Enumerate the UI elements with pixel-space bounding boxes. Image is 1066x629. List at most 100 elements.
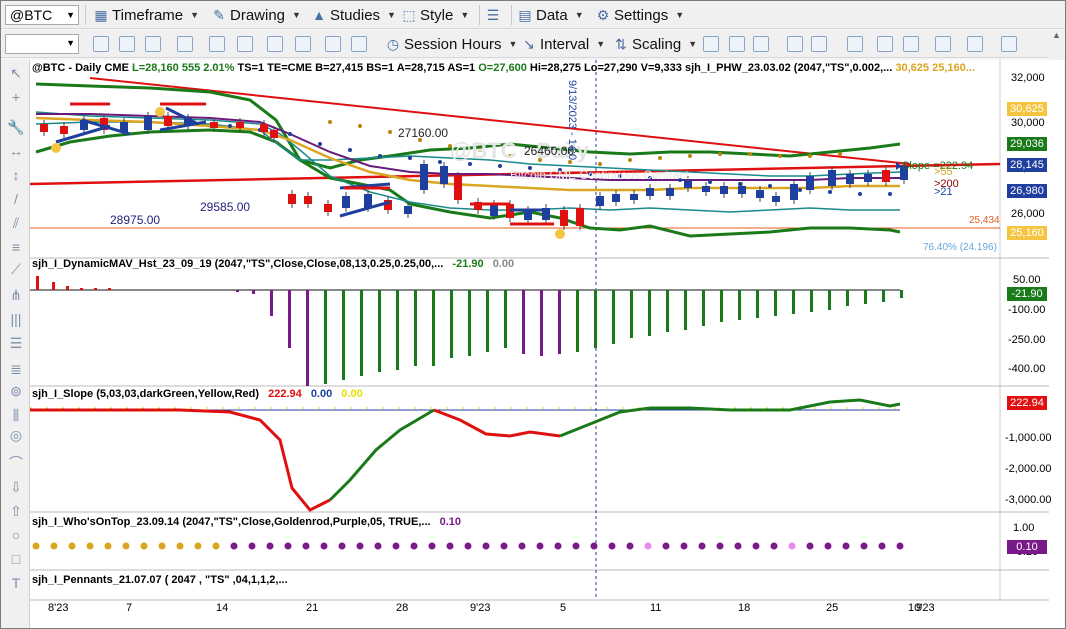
wrench-icon[interactable]: 🔧 <box>7 118 25 136</box>
vline-icon[interactable]: ↕ <box>7 166 25 184</box>
whos-on-top-dot <box>500 542 508 550</box>
magnify-icon[interactable] <box>177 36 193 52</box>
gann-icon[interactable]: ⟋ <box>7 260 25 278</box>
bar-chart-icon[interactable] <box>703 36 719 52</box>
grid-icon[interactable] <box>145 36 161 52</box>
scaling-menu[interactable]: ⇅ Scaling ▼ <box>613 34 697 54</box>
chart-swap-icon[interactable] <box>295 36 311 52</box>
symbol-title: @BTC - Daily CME <box>32 62 129 74</box>
histogram-bar <box>882 290 885 302</box>
histogram-bar <box>576 290 579 352</box>
channel-icon[interactable]: ⫽ <box>7 214 25 232</box>
fib-icon[interactable]: ≡ <box>7 238 25 256</box>
histogram-bar <box>864 290 867 304</box>
candle-body <box>790 184 798 200</box>
fib-ext-icon[interactable]: ☰ <box>7 334 25 352</box>
style-label: Style <box>420 6 454 24</box>
timeframe-menu[interactable]: ▦ Timeframe ▼ <box>93 5 199 25</box>
format-icon[interactable] <box>351 36 367 52</box>
zoom-in-icon[interactable] <box>877 36 893 52</box>
candle-body <box>210 122 218 128</box>
drawing-tools-sidebar: ↖ + 🔧 ↔ ↕ / ⫽ ≡ ⟋ ⋔ ||| ☰ ≣ ⊚ ⫼ ◎ ⌒ ⇩ ⇧ … <box>1 60 30 628</box>
settings-menu[interactable]: ⚙ Settings ▼ <box>595 5 684 25</box>
percent-icon[interactable] <box>237 36 253 52</box>
arrow-down-icon[interactable]: ⇩ <box>7 478 25 496</box>
trend-icon[interactable] <box>967 36 983 52</box>
bars-icon[interactable]: ||| <box>7 310 25 328</box>
link-icon[interactable] <box>93 36 109 52</box>
trendline-icon[interactable]: / <box>7 190 25 208</box>
histogram-bar <box>738 290 741 320</box>
rectangle-icon[interactable]: □ <box>7 550 25 568</box>
studies-menu[interactable]: ▲ Studies ▼ <box>311 5 396 25</box>
whos-on-top-dot <box>86 542 94 550</box>
interval-menu[interactable]: ↘ Interval ▼ <box>521 34 605 54</box>
whos-on-top-dot <box>752 542 760 550</box>
histogram-bar <box>522 290 525 354</box>
globe-icon[interactable] <box>1001 36 1017 52</box>
interval-combo[interactable]: ▼ <box>5 34 79 54</box>
candle-body <box>144 116 152 130</box>
toolbar-divider <box>85 5 86 25</box>
date-tick: 14 <box>216 602 229 614</box>
scaling-icon: ⇅ <box>615 36 627 52</box>
link2-icon[interactable] <box>119 36 135 52</box>
scroll-up-icon[interactable]: ▲ <box>1049 30 1064 44</box>
speed-icon[interactable]: ⊚ <box>7 382 25 400</box>
whos-on-top-dot <box>50 542 58 550</box>
levels-icon[interactable]: ≣ <box>7 360 25 378</box>
candle4-icon[interactable] <box>811 36 827 52</box>
text-tool-icon[interactable]: T <box>7 574 25 592</box>
zoom-out-icon[interactable] <box>903 36 919 52</box>
annotation-level-4: 28975.00 <box>110 213 161 227</box>
session-hours-menu[interactable]: ◷ Session Hours ▼ <box>385 34 518 54</box>
style-menu[interactable]: ⬚ Style ▼ <box>401 5 469 25</box>
settings-small-icon[interactable] <box>325 36 341 52</box>
histogram-bar <box>756 290 759 318</box>
pitchfork-icon[interactable]: ⋔ <box>7 286 25 304</box>
layout2-icon[interactable] <box>847 36 863 52</box>
hline-icon[interactable]: ↔ <box>7 142 25 160</box>
drawing-menu[interactable]: ✎ Drawing ▼ <box>211 5 301 25</box>
price-tick-4: 26,000 <box>1011 208 1045 220</box>
layout-button[interactable]: ☰ <box>485 5 501 25</box>
pointer-icon[interactable]: ↖ <box>7 64 25 82</box>
net-change: 555 <box>181 62 201 74</box>
candle3-icon[interactable] <box>787 36 803 52</box>
whos-on-top-dot <box>590 542 598 550</box>
blue-dot <box>828 190 832 194</box>
studies-icon: ▲ <box>312 7 326 23</box>
data-menu[interactable]: ▤ Data ▼ <box>517 5 584 25</box>
candle-body <box>612 194 620 202</box>
slope-tick-2: -2,000.00 <box>1005 463 1052 475</box>
ma55-label: >55 <box>934 166 953 178</box>
curve-icon[interactable]: ⌒ <box>7 454 25 472</box>
histogram-bar <box>108 288 111 290</box>
whos-on-top-dot <box>536 542 544 550</box>
session-hours-label: Session Hours <box>404 35 502 53</box>
zone-icon[interactable]: ⫼ <box>7 406 25 424</box>
candle2-icon[interactable] <box>753 36 769 52</box>
crosshair-icon[interactable]: + <box>7 88 25 106</box>
ellipse-icon[interactable]: ○ <box>7 526 25 544</box>
drawing-label: Drawing <box>230 6 286 24</box>
table-icon[interactable] <box>935 36 951 52</box>
crosshair-icon[interactable] <box>209 36 225 52</box>
blue-dot <box>768 184 772 188</box>
chart-area[interactable]: @BTC - Daily CME L=28,160 555 2.01% TS=1… <box>30 60 1064 628</box>
arrow-up-icon[interactable]: ⇧ <box>7 502 25 520</box>
candle-body <box>576 208 584 226</box>
symbol-input[interactable]: @BTC ▼ <box>5 5 79 25</box>
candle-icon[interactable] <box>729 36 745 52</box>
slope-line-green <box>559 398 901 438</box>
blue-dot <box>498 164 502 168</box>
whos-on-top-dot <box>392 542 400 550</box>
line-chart-icon[interactable] <box>267 36 283 52</box>
date-tick: 5 <box>560 602 567 614</box>
arc-icon[interactable]: ◎ <box>7 426 25 444</box>
histogram-bar <box>540 290 543 356</box>
chevron-down-icon: ▼ <box>574 10 584 20</box>
whos-on-top-dot <box>284 542 292 550</box>
histogram-bar <box>774 290 777 316</box>
blue-dot <box>318 142 322 146</box>
